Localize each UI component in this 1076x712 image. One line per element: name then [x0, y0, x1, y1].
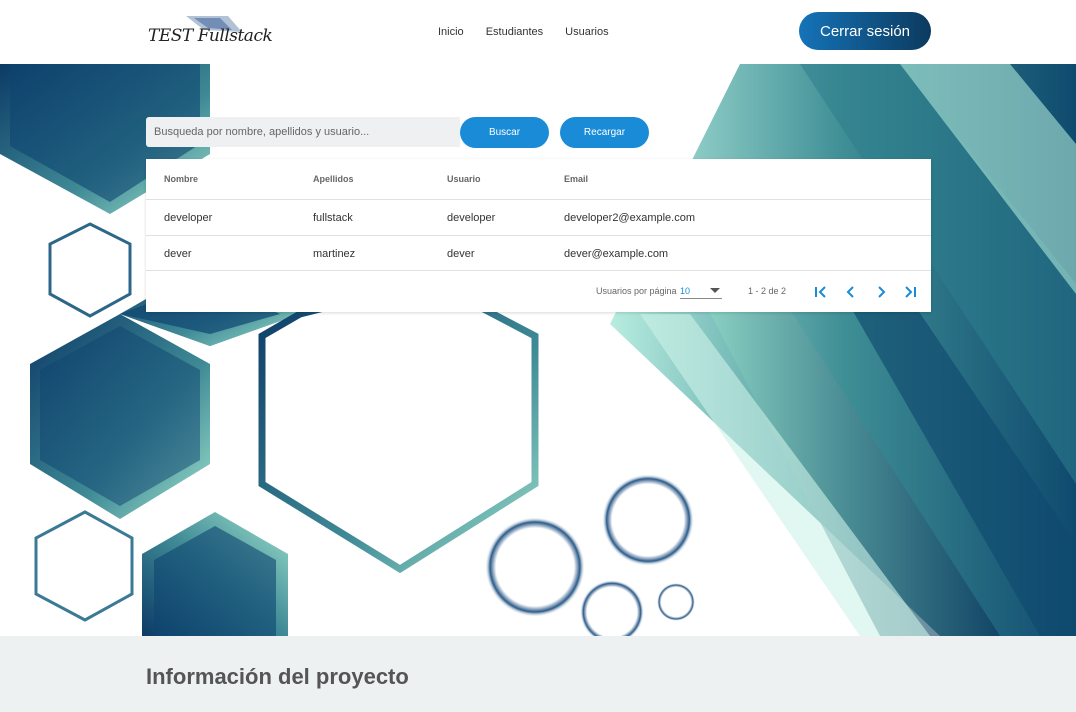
project-info-title: Información del proyecto — [146, 664, 409, 689]
cell-email: developer2@example.com — [564, 212, 696, 224]
search-button[interactable]: Buscar — [460, 117, 549, 148]
hero-background — [0, 64, 1076, 636]
cell-email: dever@example.com — [564, 248, 669, 260]
per-page-select[interactable]: 10 — [680, 283, 722, 299]
nav-item-estudiantes[interactable]: Estudiantes — [486, 26, 543, 38]
cell-nombre: dever — [164, 248, 192, 260]
column-header-nombre[interactable]: Nombre — [164, 174, 198, 184]
main-nav: Inicio Estudiantes Usuarios — [438, 26, 609, 38]
cell-apellidos: martinez — [313, 248, 356, 260]
table-header-row: Nombre Apellidos Usuario Email — [146, 159, 931, 200]
logout-button[interactable]: Cerrar sesión — [799, 12, 931, 50]
nav-item-usuarios[interactable]: Usuarios — [565, 26, 608, 38]
hero-decoration — [0, 64, 1076, 636]
cell-usuario: developer — [447, 212, 496, 224]
nav-item-inicio[interactable]: Inicio — [438, 26, 464, 38]
column-header-usuario[interactable]: Usuario — [447, 174, 481, 184]
per-page-label: Usuarios por página — [596, 286, 677, 296]
table-row[interactable]: developer fullstack developer developer2… — [146, 200, 931, 236]
prev-page-icon[interactable] — [842, 283, 860, 301]
first-page-icon[interactable] — [812, 283, 830, 301]
logo[interactable]: TEST Fullstack — [146, 12, 273, 52]
column-header-email[interactable]: Email — [564, 174, 588, 184]
range-label: 1 - 2 de 2 — [748, 286, 787, 296]
top-navbar: TEST Fullstack Inicio Estudiantes Usuari… — [0, 0, 1076, 64]
column-header-apellidos[interactable]: Apellidos — [313, 174, 354, 184]
cell-apellidos: fullstack — [313, 212, 353, 224]
cell-nombre: developer — [164, 212, 213, 224]
next-page-icon[interactable] — [872, 283, 890, 301]
search-input[interactable]: Busqueda por nombre, apellidos y usuario… — [146, 117, 460, 147]
project-info-section: Información del proyecto — [0, 636, 1076, 712]
reload-button[interactable]: Recargar — [560, 117, 649, 148]
table-row[interactable]: dever martinez dever dever@example.com — [146, 236, 931, 271]
dropdown-arrow-icon — [710, 288, 720, 293]
per-page-value: 10 — [680, 286, 691, 296]
last-page-icon[interactable] — [901, 283, 919, 301]
cell-usuario: dever — [447, 248, 475, 260]
users-table: Nombre Apellidos Usuario Email developer… — [146, 159, 931, 312]
logo-text: TEST Fullstack — [148, 26, 273, 46]
